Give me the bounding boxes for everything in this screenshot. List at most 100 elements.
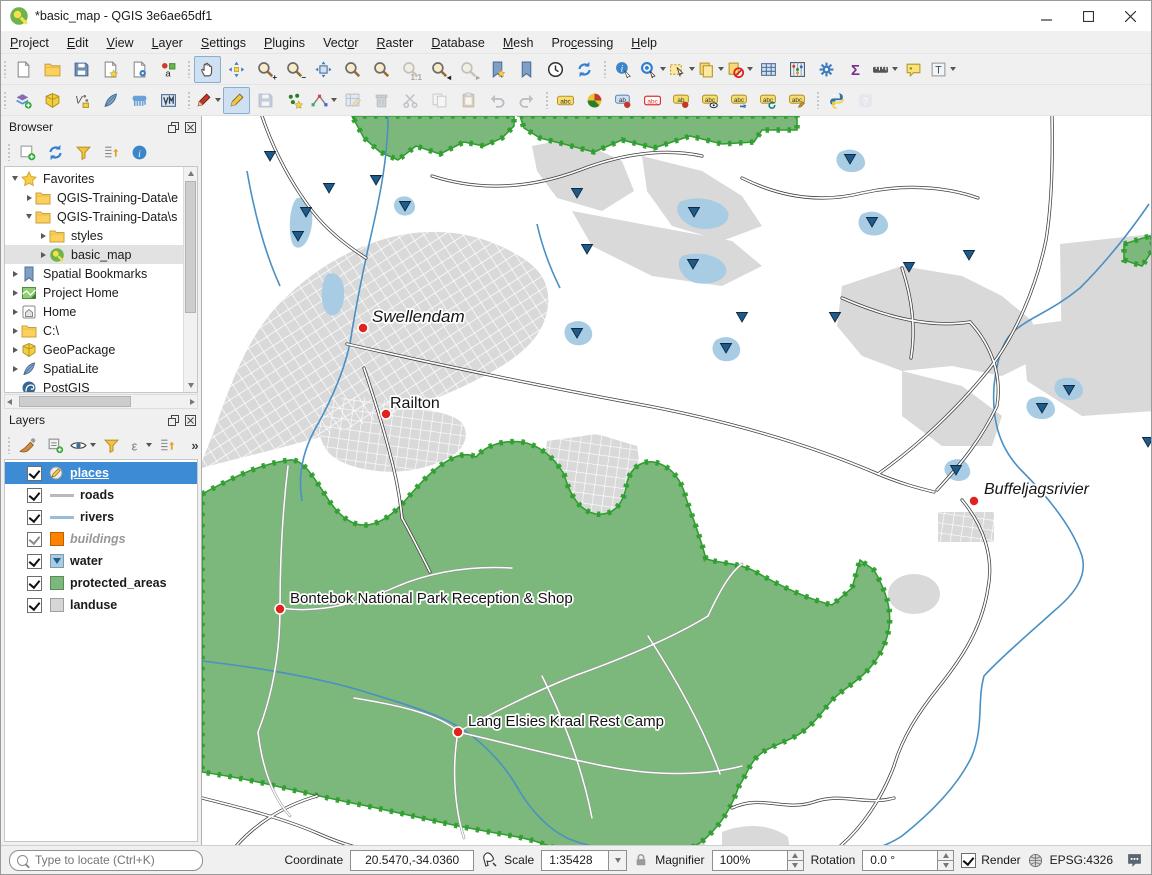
browser-item-spatial-bookmarks[interactable]: Spatial Bookmarks	[5, 264, 184, 283]
zoom-full-button[interactable]	[310, 56, 337, 83]
manage-map-themes-button[interactable]	[70, 432, 96, 458]
menu-settings[interactable]: Settings	[192, 31, 255, 53]
style-manager-button[interactable]: a	[155, 56, 182, 83]
crs-label[interactable]: EPSG:4326	[1050, 853, 1113, 867]
current-edits-dropdown-icon[interactable]	[215, 98, 221, 102]
browser-item-styles[interactable]: styles	[5, 226, 184, 245]
collapse-arrow-icon[interactable]	[23, 214, 35, 219]
rotation-spinbox[interactable]: 0.0 °	[862, 850, 954, 871]
open-layer-styling-button[interactable]	[14, 432, 40, 458]
processing-toolbox-button[interactable]	[813, 56, 840, 83]
menu-edit[interactable]: Edit	[58, 31, 98, 53]
run-feature-action-dropdown-icon[interactable]	[660, 67, 666, 71]
layer-labeling-options-button[interactable]: abc	[552, 87, 579, 114]
menu-project[interactable]: Project	[1, 31, 58, 53]
show-hide-labels-button[interactable]: abc	[697, 87, 724, 114]
rotate-label-button[interactable]: abc	[755, 87, 782, 114]
browser-vertical-scrollbar[interactable]	[183, 167, 197, 392]
refresh-map-button[interactable]	[571, 56, 598, 83]
browser-item-home[interactable]: Home	[5, 302, 184, 321]
new-shapefile-layer-button[interactable]: V	[68, 87, 95, 114]
layers-close-button[interactable]	[183, 413, 197, 427]
change-label-button[interactable]: abc	[784, 87, 811, 114]
roads-visibility-checkbox[interactable]	[27, 488, 42, 503]
rotation-up-icon[interactable]	[938, 851, 953, 861]
select-by-value-dropdown-icon[interactable]	[718, 67, 724, 71]
places-visibility-checkbox[interactable]	[27, 466, 42, 481]
expand-arrow-icon[interactable]	[23, 195, 35, 201]
coordinate-value[interactable]: 20.5470,-34.0360	[350, 850, 474, 871]
protected_areas-visibility-checkbox[interactable]	[27, 576, 42, 591]
properties-widget-button[interactable]: i	[126, 139, 152, 165]
pan-to-selection-button[interactable]	[223, 56, 250, 83]
filter-legend-button[interactable]	[98, 432, 124, 458]
expand-arrow-icon[interactable]	[37, 233, 49, 239]
zoom-out-button[interactable]: −	[281, 56, 308, 83]
render-toggle[interactable]: Render	[961, 853, 1020, 868]
close-button[interactable]	[1109, 1, 1151, 31]
browser-item-favorites[interactable]: Favorites	[5, 169, 184, 188]
temporal-controller-button[interactable]	[542, 56, 569, 83]
layer-item-roads[interactable]: roads	[5, 484, 197, 506]
new-project-button[interactable]	[10, 56, 37, 83]
scale-combo[interactable]: 1:35428	[541, 850, 627, 871]
collapse-arrow-icon[interactable]	[9, 176, 21, 181]
browser-horizontal-scrollbar[interactable]	[4, 394, 198, 409]
scroll-right-icon[interactable]	[190, 399, 195, 405]
filter-browser-button[interactable]	[70, 139, 96, 165]
toggle-editing-button[interactable]	[223, 87, 250, 114]
deselect-features-button[interactable]	[726, 56, 753, 83]
zoom-native-button[interactable]: 1:1	[397, 56, 424, 83]
undo-button[interactable]	[484, 87, 511, 114]
expand-arrow-icon[interactable]	[9, 309, 21, 315]
magnifier-down-icon[interactable]	[788, 861, 803, 870]
layer-diagram-options-button[interactable]	[581, 87, 608, 114]
buildings-visibility-checkbox[interactable]	[27, 532, 42, 547]
menu-help[interactable]: Help	[622, 31, 666, 53]
menu-raster[interactable]: Raster	[368, 31, 423, 53]
measure-dropdown-icon[interactable]	[892, 67, 898, 71]
new-virtual-layer-button[interactable]	[155, 87, 182, 114]
zoom-last-button[interactable]: ◂	[426, 56, 453, 83]
show-layout-manager-button[interactable]	[126, 56, 153, 83]
highlight-pinned-labels-button[interactable]: ab	[610, 87, 637, 114]
field-calculator-button[interactable]	[784, 56, 811, 83]
scroll-down-icon[interactable]	[184, 379, 197, 392]
vertex-tool-dropdown-icon[interactable]	[331, 98, 337, 102]
scroll-left-icon[interactable]	[7, 399, 12, 405]
zoom-next-button[interactable]: ▸	[455, 56, 482, 83]
browser-item-training-data-e[interactable]: QGIS-Training-Data\e	[5, 188, 184, 207]
layer-item-landuse[interactable]: landuse	[5, 594, 197, 616]
browser-item-training-data-s[interactable]: QGIS-Training-Data\s	[5, 207, 184, 226]
browser-item-c-drive[interactable]: C:\	[5, 321, 184, 340]
browser-item-postgis[interactable]: PostGIS	[5, 378, 184, 393]
maximize-button[interactable]	[1067, 1, 1109, 31]
scroll-up-icon[interactable]	[184, 167, 197, 180]
zoom-in-button[interactable]: +	[252, 56, 279, 83]
menu-database[interactable]: Database	[422, 31, 494, 53]
cut-features-button[interactable]	[397, 87, 424, 114]
menu-processing[interactable]: Processing	[542, 31, 622, 53]
browser-item-spatialite[interactable]: SpatiaLite	[5, 359, 184, 378]
expand-arrow-icon[interactable]	[9, 271, 21, 277]
pin-unpin-labels-button[interactable]: ab	[668, 87, 695, 114]
expand-arrow-icon[interactable]	[9, 366, 21, 372]
extents-toggle-icon[interactable]	[481, 852, 497, 868]
collapse-all-button[interactable]	[98, 139, 124, 165]
manage-map-themes-dropdown-icon[interactable]	[90, 443, 96, 447]
text-annotation-button[interactable]: T	[929, 56, 956, 83]
save-layer-edits-button[interactable]	[252, 87, 279, 114]
magnifier-spinbox[interactable]: 100%	[712, 850, 804, 871]
menu-vector[interactable]: Vector	[314, 31, 367, 53]
open-project-button[interactable]	[39, 56, 66, 83]
pan-map-button[interactable]	[194, 56, 221, 83]
rotation-down-icon[interactable]	[938, 861, 953, 870]
copy-features-button[interactable]	[426, 87, 453, 114]
scale-value[interactable]: 1:35428	[541, 850, 608, 871]
locator-search[interactable]	[9, 850, 203, 871]
redo-button[interactable]	[513, 87, 540, 114]
locator-input[interactable]	[33, 852, 195, 868]
map-canvas[interactable]: SwellendamRailtonBuffeljagsrivierBontebo…	[201, 116, 1151, 845]
refresh-browser-button[interactable]	[42, 139, 68, 165]
minimize-button[interactable]	[1025, 1, 1067, 31]
